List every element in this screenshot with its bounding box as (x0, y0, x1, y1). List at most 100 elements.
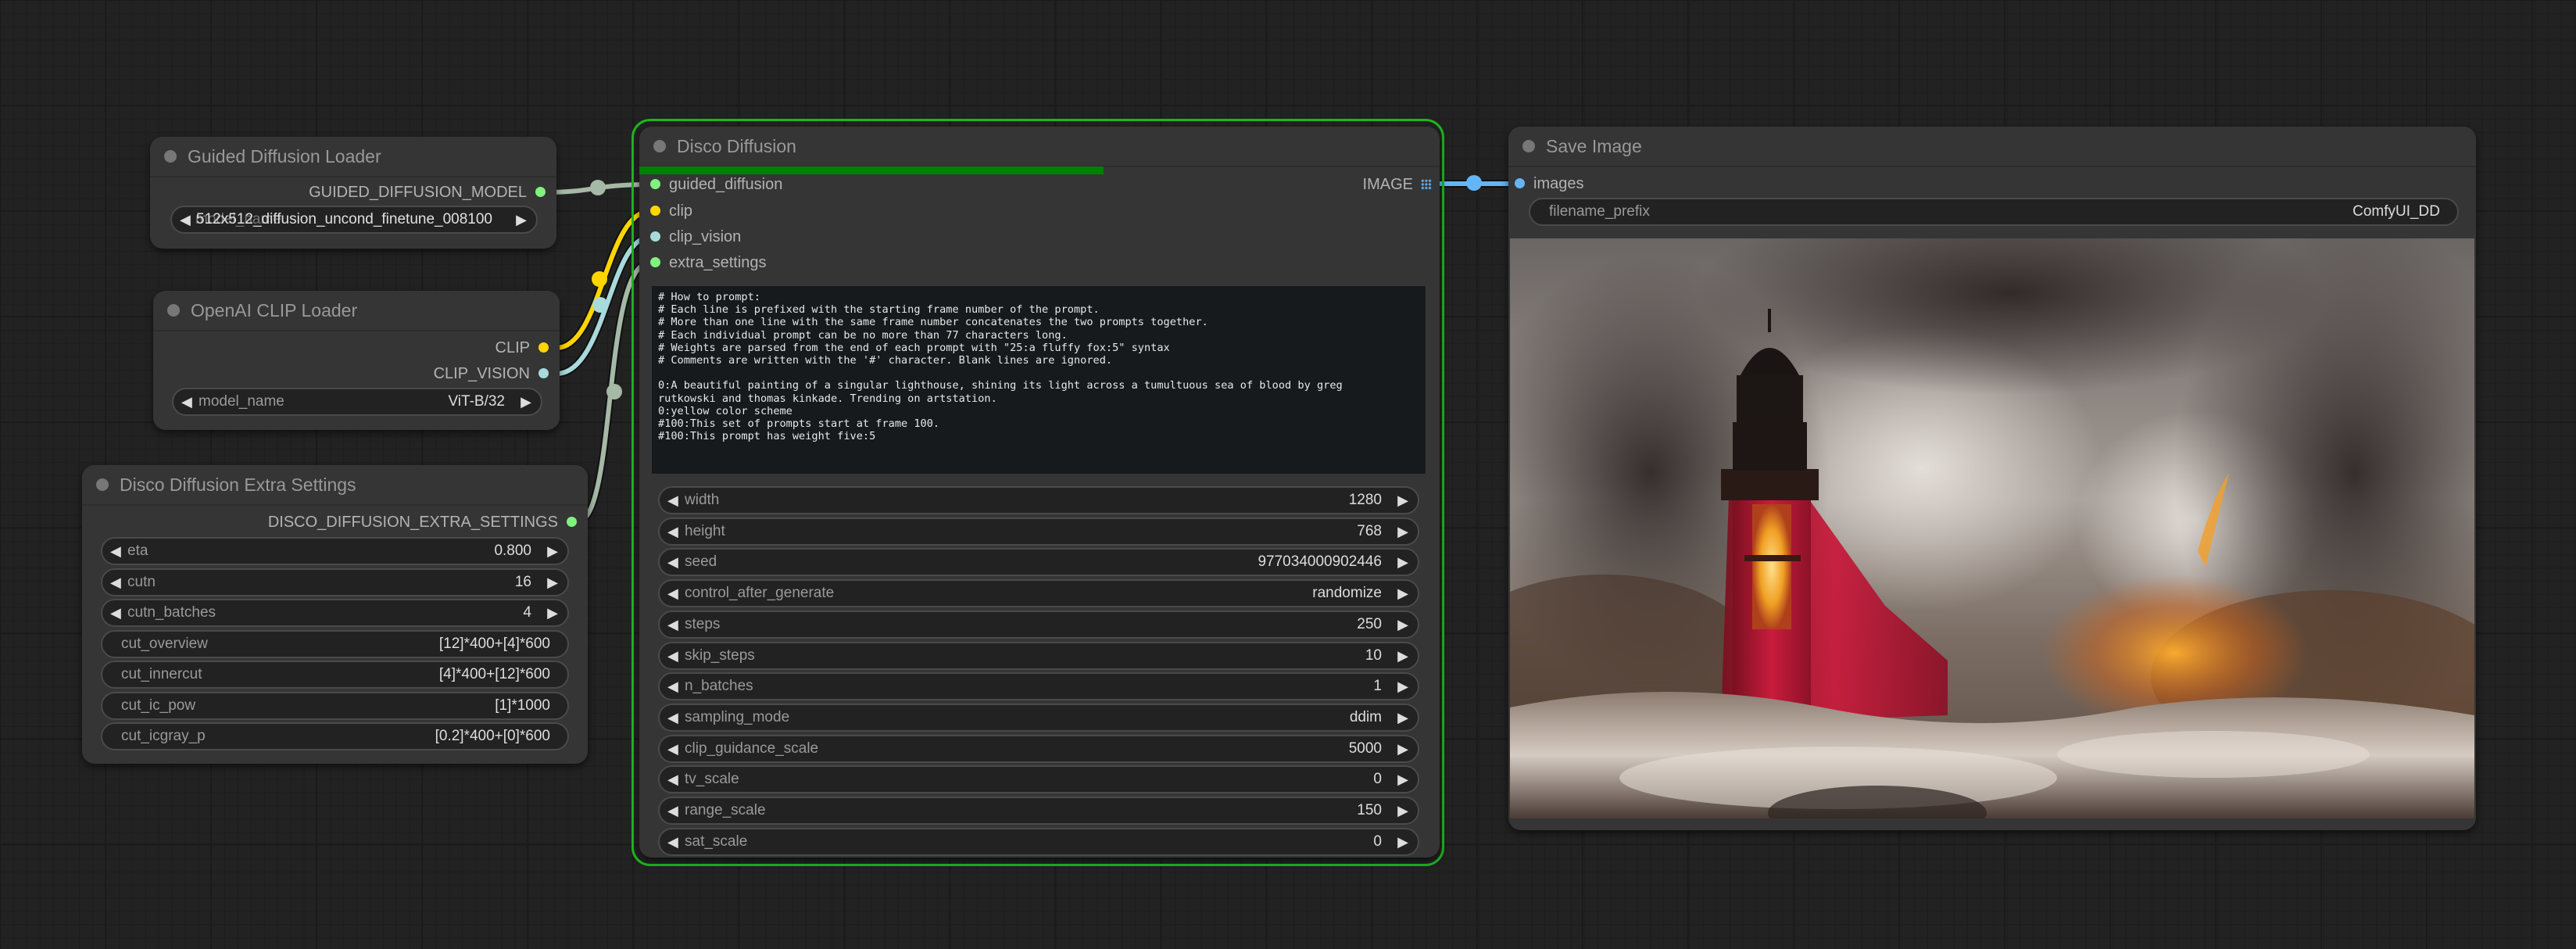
increment-arrow-icon[interactable]: ▶ (1397, 705, 1408, 730)
list-output-grid-icon[interactable] (1421, 179, 1432, 190)
widget-clip-guidance-scale[interactable]: ◀ clip_guidance_scale 5000 ▶ (658, 734, 1419, 763)
input-pin-icon[interactable] (650, 257, 660, 267)
increment-arrow-icon[interactable]: ▶ (1397, 736, 1408, 761)
collapse-dot-icon[interactable] (653, 140, 666, 152)
input-extra-settings[interactable]: extra_settings (650, 251, 767, 274)
decrement-arrow-icon[interactable]: ◀ (667, 612, 678, 637)
output-image[interactable]: IMAGE (1363, 173, 1432, 196)
increment-arrow-icon[interactable]: ▶ (547, 570, 558, 595)
collapse-dot-icon[interactable] (167, 304, 180, 317)
widget-control-after-generate[interactable]: ◀ control_after_generate randomize ▶ (658, 579, 1419, 608)
link-midpoint-image[interactable] (1466, 175, 1482, 191)
output-disco-diffusion-extra-settings[interactable]: DISCO_DIFFUSION_EXTRA_SETTINGS (268, 510, 577, 534)
node-title-bar[interactable]: Guided Diffusion Loader (150, 137, 556, 177)
node-openai-clip-loader[interactable]: OpenAI CLIP Loader CLIP CLIP_VISION ◀ mo… (153, 291, 560, 430)
node-save-image[interactable]: Save Image images filename_prefix ComfyU… (1508, 127, 2476, 830)
input-pin-icon[interactable] (650, 179, 660, 189)
output-image-preview[interactable] (1510, 238, 2474, 818)
widget-cut-icgray-p[interactable]: cut_icgray_p [0.2]*400+[0]*600 (101, 722, 569, 750)
output-pin-icon[interactable] (567, 517, 577, 527)
widget-cut-innercut[interactable]: cut_innercut [4]*400+[12]*600 (101, 661, 569, 689)
decrement-arrow-icon[interactable]: ◀ (110, 600, 121, 625)
widget-skip-steps[interactable]: ◀ skip_steps 10 ▶ (658, 641, 1419, 670)
decrement-arrow-icon[interactable]: ◀ (667, 519, 678, 544)
increment-arrow-icon[interactable]: ▶ (1397, 829, 1408, 854)
output-guided-diffusion-model[interactable]: GUIDED_DIFFUSION_MODEL (309, 181, 546, 204)
increment-arrow-icon[interactable]: ▶ (1397, 612, 1408, 637)
input-pin-icon[interactable] (650, 206, 660, 216)
input-clip-vision[interactable]: clip_vision (650, 225, 741, 249)
node-title-bar[interactable]: Disco Diffusion (639, 127, 1440, 167)
output-pin-icon[interactable] (538, 368, 549, 378)
decrement-arrow-icon[interactable]: ◀ (667, 705, 678, 730)
widget-n-batches[interactable]: ◀ n_batches 1 ▶ (658, 672, 1419, 701)
node-title-bar[interactable]: Save Image (1508, 127, 2476, 167)
link-midpoint-clip[interactable] (592, 271, 607, 287)
output-clip-vision[interactable]: CLIP_VISION (434, 362, 549, 385)
increment-arrow-icon[interactable]: ▶ (1397, 488, 1408, 513)
widget-cut-overview[interactable]: cut_overview [12]*400+[4]*600 (101, 629, 569, 658)
decrement-arrow-icon[interactable]: ◀ (667, 643, 678, 668)
increment-arrow-icon[interactable]: ▶ (1397, 798, 1408, 823)
widget-cutn[interactable]: ◀ cutn 16 ▶ (101, 568, 569, 596)
decrement-arrow-icon[interactable]: ◀ (110, 539, 121, 564)
output-clip[interactable]: CLIP (496, 336, 549, 360)
input-images[interactable]: images (1515, 172, 1583, 195)
widget-cut-ic-pow[interactable]: cut_ic_pow [1]*1000 (101, 691, 569, 720)
output-pin-icon[interactable] (535, 187, 546, 197)
decrement-arrow-icon[interactable]: ◀ (667, 488, 678, 513)
increment-arrow-icon[interactable]: ▶ (1397, 643, 1408, 668)
decrement-arrow-icon[interactable]: ◀ (180, 207, 191, 232)
collapse-dot-icon[interactable] (96, 478, 109, 491)
decrement-arrow-icon[interactable]: ◀ (181, 389, 192, 414)
decrement-arrow-icon[interactable]: ◀ (667, 581, 678, 606)
collapse-dot-icon[interactable] (164, 150, 177, 163)
decrement-arrow-icon[interactable]: ◀ (667, 674, 678, 699)
widget-tv-scale[interactable]: ◀ tv_scale 0 ▶ (658, 765, 1419, 794)
increment-arrow-icon[interactable]: ▶ (1397, 674, 1408, 699)
widget-sat-scale[interactable]: ◀ sat_scale 0 ▶ (658, 827, 1419, 856)
decrement-arrow-icon[interactable]: ◀ (667, 798, 678, 823)
decrement-arrow-icon[interactable]: ◀ (667, 550, 678, 575)
widget-width[interactable]: ◀ width 1280 ▶ (658, 486, 1419, 514)
node-disco-diffusion-extra-settings[interactable]: Disco Diffusion Extra Settings DISCO_DIF… (82, 465, 588, 764)
input-pin-icon[interactable] (650, 231, 660, 242)
link-midpoint-extra-settings[interactable] (606, 384, 622, 399)
widget-model-name[interactable]: ◀ model_name 512x512_diffusion_uncond_fi… (170, 206, 538, 234)
link-clip-vision[interactable] (556, 233, 651, 378)
link-midpoint-guided-diffusion[interactable] (590, 180, 606, 195)
widget-eta[interactable]: ◀ eta 0.800 ▶ (101, 537, 569, 565)
widget-steps[interactable]: ◀ steps 250 ▶ (658, 610, 1419, 639)
increment-arrow-icon[interactable]: ▶ (521, 389, 531, 414)
widget-model-name[interactable]: ◀ model_name ViT-B/32 ▶ (172, 388, 542, 416)
node-title-bar[interactable]: OpenAI CLIP Loader (153, 291, 560, 331)
link-clip[interactable] (556, 207, 651, 352)
input-clip[interactable]: clip (650, 199, 692, 223)
node-disco-diffusion[interactable]: Disco Diffusion guided_diffusion clip cl… (639, 127, 1440, 858)
decrement-arrow-icon[interactable]: ◀ (667, 829, 678, 854)
prompt-textarea[interactable]: # How to prompt: # Each line is prefixed… (652, 286, 1426, 474)
node-title-bar[interactable]: Disco Diffusion Extra Settings (82, 465, 588, 506)
widget-filename-prefix[interactable]: filename_prefix ComfyUI_DD (1529, 198, 2459, 226)
decrement-arrow-icon[interactable]: ◀ (110, 570, 121, 595)
increment-arrow-icon[interactable]: ▶ (547, 600, 558, 625)
widget-range-scale[interactable]: ◀ range_scale 150 ▶ (658, 797, 1419, 825)
decrement-arrow-icon[interactable]: ◀ (667, 767, 678, 792)
increment-arrow-icon[interactable]: ▶ (547, 539, 558, 564)
increment-arrow-icon[interactable]: ▶ (1397, 581, 1408, 606)
output-pin-icon[interactable] (538, 342, 549, 353)
node-guided-diffusion-loader[interactable]: Guided Diffusion Loader GUIDED_DIFFUSION… (150, 137, 556, 249)
increment-arrow-icon[interactable]: ▶ (1397, 519, 1408, 544)
input-pin-icon[interactable] (1515, 178, 1525, 188)
link-midpoint-clip-vision[interactable] (592, 297, 608, 313)
collapse-dot-icon[interactable] (1522, 140, 1535, 152)
decrement-arrow-icon[interactable]: ◀ (667, 736, 678, 761)
widget-sampling-mode[interactable]: ◀ sampling_mode ddim ▶ (658, 703, 1419, 732)
increment-arrow-icon[interactable]: ▶ (1397, 550, 1408, 575)
widget-seed[interactable]: ◀ seed 977034000902446 ▶ (658, 548, 1419, 577)
input-guided-diffusion[interactable]: guided_diffusion (650, 173, 782, 196)
widget-height[interactable]: ◀ height 768 ▶ (658, 517, 1419, 546)
increment-arrow-icon[interactable]: ▶ (1397, 767, 1408, 792)
increment-arrow-icon[interactable]: ▶ (516, 207, 527, 232)
widget-cutn-batches[interactable]: ◀ cutn_batches 4 ▶ (101, 599, 569, 627)
